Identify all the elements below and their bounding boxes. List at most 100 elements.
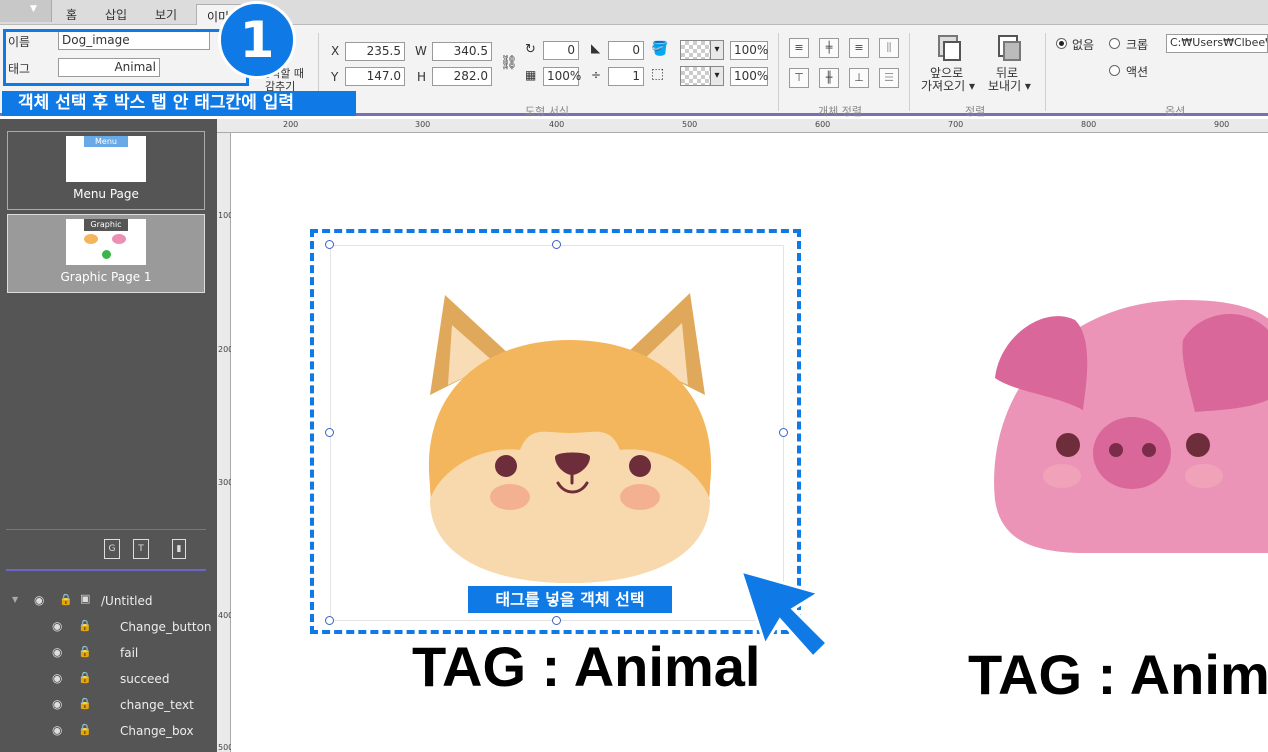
resize-handle[interactable] bbox=[325, 428, 334, 437]
add-graphic-icon[interactable]: G bbox=[104, 539, 120, 559]
ruler-tick-label: 700 bbox=[948, 120, 964, 129]
align-left-icon[interactable]: ≡ bbox=[789, 38, 809, 58]
eye-icon[interactable]: ◉ bbox=[52, 671, 62, 685]
bring-forward-icon-front bbox=[943, 41, 961, 61]
y-label: Y bbox=[331, 70, 339, 84]
page-badge: Graphic bbox=[84, 219, 128, 231]
x-input[interactable]: 235.5 bbox=[345, 42, 405, 61]
mini-pig-icon bbox=[112, 234, 126, 244]
w-input[interactable]: 340.5 bbox=[432, 42, 492, 61]
corner-radius-input[interactable]: 0 bbox=[608, 41, 644, 60]
send-backward-label-2: 보내기 ▾ bbox=[988, 79, 1031, 93]
path-input[interactable]: C:₩Users₩Clbee₩ bbox=[1166, 34, 1268, 53]
layer-name: Change_button bbox=[120, 620, 212, 634]
add-text-icon[interactable]: T bbox=[133, 539, 149, 559]
name-tag-highlight-box bbox=[3, 29, 249, 86]
chevron-down-icon: ▼ bbox=[30, 4, 37, 14]
panel-divider-blue bbox=[6, 569, 206, 571]
distribute-horizontal-icon[interactable]: ⫼ bbox=[879, 38, 899, 58]
opacity-icon: ▦ bbox=[525, 68, 537, 82]
layer-name: change_text bbox=[120, 698, 194, 712]
trash-icon[interactable]: ▮ bbox=[172, 539, 186, 559]
file-menu-button[interactable]: ▼ bbox=[0, 0, 52, 22]
eye-icon[interactable]: ◉ bbox=[52, 723, 62, 737]
lock-icon[interactable]: 🔒 bbox=[78, 671, 92, 684]
line-color-picker[interactable] bbox=[680, 66, 724, 86]
send-backward-button[interactable]: 뒤로 보내기 ▾ bbox=[984, 33, 1036, 93]
layer-item[interactable]: ◉ 🔒 fail bbox=[0, 641, 217, 665]
ruler-tick-label: 400 bbox=[549, 120, 565, 129]
object-bounding-box bbox=[330, 245, 784, 621]
option-crop-radio[interactable] bbox=[1109, 38, 1120, 49]
resize-handle[interactable] bbox=[325, 240, 334, 249]
group-order-label: 정렬 bbox=[965, 105, 986, 118]
border-icon: ⬚ bbox=[651, 66, 665, 82]
page-thumb-menu[interactable]: Menu Menu Page bbox=[7, 131, 205, 210]
group-options-label: 옵션 bbox=[1165, 105, 1186, 118]
link-ratio-icon[interactable]: ⛓ bbox=[500, 55, 518, 71]
y-input[interactable]: 147.0 bbox=[345, 67, 405, 86]
bring-forward-button[interactable]: 앞으로 가져오기 ▾ bbox=[918, 33, 978, 93]
h-input[interactable]: 282.0 bbox=[432, 67, 492, 86]
resize-handle[interactable] bbox=[552, 616, 561, 625]
option-action-radio[interactable] bbox=[1109, 65, 1120, 76]
corner-radius-icon: ◣ bbox=[591, 41, 601, 55]
eye-icon[interactable]: ◉ bbox=[52, 619, 62, 633]
page-caption: Menu Page bbox=[73, 187, 139, 201]
lock-icon[interactable]: 🔒 bbox=[78, 723, 92, 736]
layer-name: succeed bbox=[120, 672, 170, 686]
layer-name: Change_box bbox=[120, 724, 194, 738]
opacity-input[interactable]: 100% bbox=[543, 67, 581, 86]
check-icon bbox=[102, 250, 111, 259]
align-center-icon[interactable]: ╪ bbox=[819, 38, 839, 58]
rotation-input[interactable]: 0 bbox=[543, 41, 579, 60]
page-thumb-graphic[interactable]: Graphic Graphic Page 1 bbox=[7, 214, 205, 293]
tab-view[interactable]: 보기 bbox=[155, 6, 177, 23]
resize-handle[interactable] bbox=[552, 240, 561, 249]
group-shape-format-label: 도형 서식 bbox=[525, 105, 569, 118]
dog-tag-label: TAG : Animal bbox=[412, 635, 761, 698]
select-object-hint: 태그를 넣을 객체 선택 bbox=[468, 586, 672, 613]
option-crop-label: 크롭 bbox=[1126, 38, 1149, 52]
tab-home[interactable]: 홈 bbox=[66, 6, 77, 23]
option-none-radio[interactable] bbox=[1056, 38, 1067, 49]
resize-handle[interactable] bbox=[779, 428, 788, 437]
line-width-input[interactable]: 1 bbox=[608, 67, 644, 86]
distribute-vertical-icon[interactable]: ☰ bbox=[879, 68, 899, 88]
ruler-tick-label: 900 bbox=[1214, 120, 1230, 129]
layer-root[interactable]: ▼ ◉ 🔒 ▣ /Untitled bbox=[0, 589, 217, 613]
eye-icon[interactable]: ◉ bbox=[52, 645, 62, 659]
eye-icon[interactable]: ◉ bbox=[34, 593, 44, 607]
eye-icon[interactable]: ◉ bbox=[52, 697, 62, 711]
line-opacity-input[interactable]: 100% bbox=[730, 67, 768, 86]
tab-insert[interactable]: 삽입 bbox=[105, 6, 127, 23]
align-top-icon[interactable]: ⊤ bbox=[789, 68, 809, 88]
mini-dog-icon bbox=[84, 234, 98, 244]
ruler-tick-label: 300 bbox=[415, 120, 431, 129]
layer-item[interactable]: ◉ 🔒 succeed bbox=[0, 667, 217, 691]
align-right-icon[interactable]: ≡ bbox=[849, 38, 869, 58]
resize-handle[interactable] bbox=[325, 616, 334, 625]
rotation-icon: ↻ bbox=[525, 42, 536, 57]
layer-item[interactable]: ◉ 🔒 change_text bbox=[0, 693, 217, 717]
option-action-label: 액션 bbox=[1126, 65, 1149, 79]
send-backward-icon-back bbox=[1003, 41, 1021, 61]
fill-color-picker[interactable] bbox=[680, 40, 724, 60]
layer-item[interactable]: ◉ 🔒 Change_box bbox=[0, 719, 217, 743]
lock-icon[interactable]: 🔒 bbox=[78, 697, 92, 710]
ruler-tick-label: 600 bbox=[815, 120, 831, 129]
lock-icon[interactable]: 🔒 bbox=[78, 645, 92, 658]
collapse-icon[interactable]: ▼ bbox=[12, 595, 18, 604]
layer-item[interactable]: ◉ 🔒 Change_button bbox=[0, 615, 217, 639]
align-bottom-icon[interactable]: ⊥ bbox=[849, 68, 869, 88]
align-middle-icon[interactable]: ╫ bbox=[819, 68, 839, 88]
lock-icon[interactable]: 🔒 bbox=[59, 593, 73, 606]
layer-name: fail bbox=[120, 646, 139, 660]
fill-bucket-icon: 🪣 bbox=[651, 41, 669, 57]
ruler-tick-label: 800 bbox=[1081, 120, 1097, 129]
pig-image[interactable] bbox=[985, 300, 1268, 560]
lock-icon[interactable]: 🔒 bbox=[78, 619, 92, 632]
fill-opacity-input[interactable]: 100% bbox=[730, 41, 768, 60]
group-align-label: 개체 정렬 bbox=[818, 105, 862, 118]
left-panel: Menu Menu Page Graphic Graphic Page 1 G … bbox=[0, 119, 217, 752]
